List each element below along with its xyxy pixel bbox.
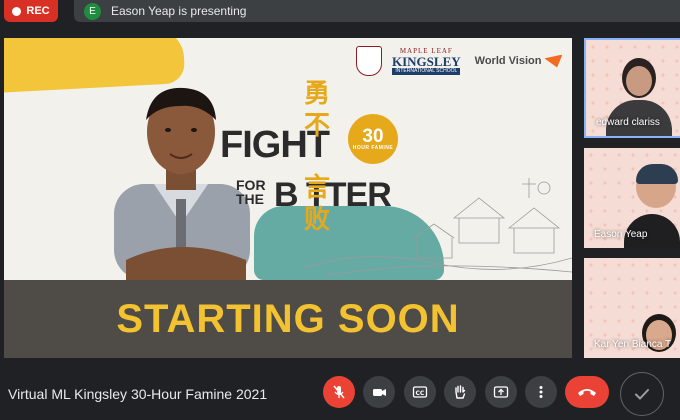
school-logo-line2: KINGSLEY [392, 53, 461, 69]
starting-soon-text: STARTING SOON [116, 296, 460, 341]
mic-off-icon [333, 385, 345, 399]
more-options-button[interactable] [525, 376, 557, 408]
recording-label: REC [26, 5, 50, 17]
world-vision-label: World Vision [474, 55, 542, 67]
headline-for-the-text: FOR THE [236, 177, 266, 207]
participant-name: edward clariss [596, 117, 660, 128]
bottom-bar: Virtual ML Kingsley 30-Hour Famine 2021 … [0, 372, 680, 420]
presenting-text: Eason Yeap is presenting [111, 4, 247, 18]
thirty-hour-famine-badge: 30 HOUR FAMINE [348, 114, 398, 164]
more-vert-icon [539, 386, 543, 398]
slide-banner: MAPLE LEAF KINGSLEY INTERNATIONAL SCHOOL… [4, 38, 572, 280]
end-call-icon [578, 389, 596, 396]
school-crest-icon [356, 46, 382, 76]
mic-toggle-button[interactable] [323, 376, 355, 408]
presenting-banner[interactable]: E Eason Yeap is presenting [74, 0, 680, 22]
world-vision-mark-icon [544, 54, 563, 68]
meeting-title: Virtual ML Kingsley 30-Hour Famine 2021 [8, 386, 268, 402]
recording-dot-icon [12, 6, 22, 16]
hand-icon [455, 385, 466, 399]
camera-toggle-button[interactable] [363, 376, 395, 408]
badge-number: 30 [362, 126, 384, 147]
participant-name: Eason Yeap [594, 229, 648, 240]
svg-text:CC: CC [416, 390, 425, 397]
school-logo-line3: INTERNATIONAL SCHOOL [392, 67, 461, 75]
participant-name: Kar Yen Bianca T [594, 339, 672, 350]
chinese-slogan: 勇 不 言 败 [304, 78, 330, 236]
participant-tile[interactable]: Eason Yeap [584, 148, 680, 248]
headline-for-the: FOR THE [236, 178, 270, 206]
starting-soon-bar: STARTING SOON [4, 280, 572, 358]
camera-icon [373, 389, 386, 396]
world-vision-logo: World Vision [474, 54, 563, 68]
badge-subtitle: HOUR FAMINE [352, 145, 394, 151]
presenter-avatar: E [84, 2, 101, 20]
sponsor-logos: MAPLE LEAF KINGSLEY INTERNATIONAL SCHOOL… [356, 46, 563, 76]
headline-better: B TTER [274, 176, 392, 214]
check-icon [635, 389, 649, 400]
captions-icon: CC [412, 386, 428, 398]
school-logo: MAPLE LEAF KINGSLEY INTERNATIONAL SCHOOL [392, 47, 461, 75]
present-now-button[interactable] [485, 376, 517, 408]
end-call-button[interactable] [565, 376, 609, 408]
chinese-char-4: 败 [304, 205, 331, 235]
chinese-char-2: 不 [304, 111, 331, 141]
chinese-char-1: 勇 [304, 79, 331, 109]
participant-tile[interactable]: Kar Yen Bianca T [584, 258, 680, 358]
recording-indicator: REC [4, 0, 58, 22]
shared-screen: MAPLE LEAF KINGSLEY INTERNATIONAL SCHOOL… [4, 38, 572, 358]
present-screen-icon [493, 386, 509, 398]
top-bar: REC E Eason Yeap is presenting [0, 0, 680, 26]
raise-hand-button[interactable] [444, 376, 476, 408]
check-button[interactable] [620, 372, 664, 416]
captions-button[interactable]: CC [404, 376, 436, 408]
chinese-char-3: 言 [304, 173, 331, 203]
participant-tile[interactable]: edward clariss [584, 38, 680, 138]
participant-face [626, 66, 652, 96]
cap-icon [636, 164, 678, 184]
